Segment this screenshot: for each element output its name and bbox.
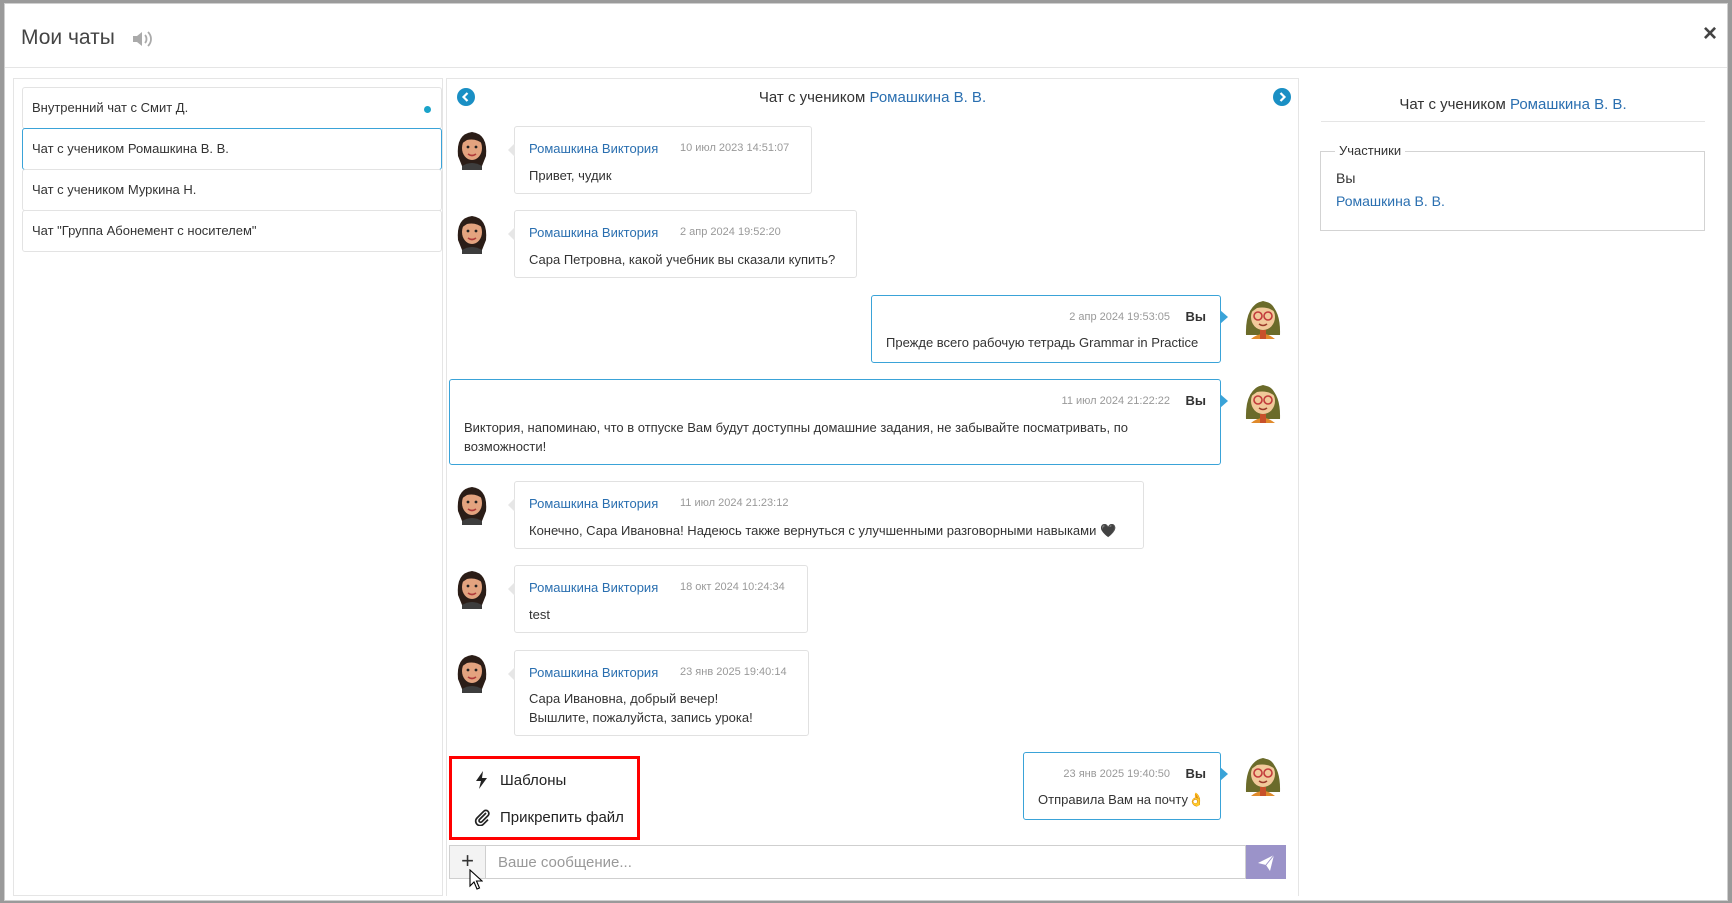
message-time: 2 апр 2024 19:52:20 [680, 226, 781, 238]
message-input[interactable] [486, 845, 1246, 879]
chat-item-label: Внутренний чат с Смит Д. [32, 100, 189, 115]
message-author[interactable]: Ромашкина Виктория [529, 496, 658, 511]
chat-item-internal[interactable]: Внутренний чат с Смит Д. [22, 87, 442, 129]
close-button[interactable]: × [1703, 22, 1717, 46]
message-author[interactable]: Ромашкина Виктория [529, 665, 658, 680]
my-message-bubble: 2 апр 2024 19:53:05 Вы Прежде всего рабо… [871, 295, 1228, 363]
message-author[interactable]: Ромашкина Виктория [529, 225, 658, 240]
participants-legend: Участники [1335, 143, 1406, 158]
message-time: 18 окт 2024 10:24:34 [680, 581, 785, 593]
student-avatar [451, 127, 493, 170]
paper-plane-icon [1258, 854, 1275, 871]
message-author[interactable]: Ромашкина Виктория [529, 141, 658, 156]
message-bubble: Ромашкина Виктория 23 янв 2025 19:40:14 … [508, 650, 809, 736]
templates-label: Шаблоны [500, 772, 567, 789]
chat-item-group[interactable]: Чат "Группа Абонемент с носителем" [22, 210, 442, 252]
lightning-icon [476, 771, 487, 789]
student-avatar [451, 566, 493, 609]
message-text: Отправила Вам на почту👌 [1038, 792, 1205, 807]
message-text: Прежде всего рабочую тетрадь Grammar in … [886, 335, 1199, 350]
message-author: Вы [1185, 766, 1207, 781]
participant-me: Вы [1336, 170, 1356, 186]
chat-item-romashkina[interactable]: Чат с учеником Ромашкина В. В. [22, 128, 442, 170]
my-message-bubble: 23 янв 2025 19:40:50 Вы Отправила Вам на… [1023, 752, 1228, 820]
message-bubble: Ромашкина Виктория 2 апр 2024 19:52:20 С… [508, 210, 857, 278]
participants-box: Участники Вы Ромашкина В. В. [1320, 143, 1705, 231]
chat-item-label: Чат "Группа Абонемент с носителем" [32, 223, 257, 238]
teacher-avatar [1245, 301, 1281, 339]
message-text-line: возможности! [464, 439, 547, 454]
attach-file-label: Прикрепить файл [500, 809, 624, 826]
chat-list: Внутренний чат с Смит Д. Чат с учеником … [13, 78, 443, 896]
mouse-cursor-icon [469, 869, 483, 890]
message-time: 10 июл 2023 14:51:07 [680, 142, 790, 154]
student-link[interactable]: Ромашкина В. В. [1510, 96, 1627, 113]
teacher-avatar [1245, 758, 1281, 796]
message-author[interactable]: Ромашкина Виктория [529, 580, 658, 595]
student-avatar [451, 211, 493, 254]
message-composer: + [449, 845, 1286, 879]
paperclip-icon [474, 809, 490, 826]
participant-student[interactable]: Ромашкина В. В. [1336, 193, 1445, 209]
message-time: 2 апр 2024 19:53:05 [1069, 311, 1170, 323]
message-text: Привет, чудик [529, 168, 612, 183]
chevron-right-icon[interactable] [1273, 88, 1291, 106]
message-author: Вы [1185, 309, 1207, 324]
message-author: Вы [1185, 393, 1207, 408]
send-button[interactable] [1246, 845, 1286, 879]
chat-item-label: Чат с учеником Ромашкина В. В. [32, 141, 229, 156]
message-time: 11 июл 2024 21:22:22 [1061, 395, 1170, 407]
message-time: 11 июл 2024 21:23:12 [680, 497, 789, 509]
message-bubble: Ромашкина Виктория 11 июл 2024 21:23:12 … [508, 481, 1144, 549]
message-bubble: Ромашкина Виктория 18 окт 2024 10:24:34 … [508, 565, 808, 633]
attach-menu: Шаблоны Прикрепить файл [449, 756, 640, 840]
student-avatar [451, 650, 493, 693]
message-time: 23 янв 2025 19:40:14 [680, 666, 787, 678]
message-text: Сара Петровна, какой учебник вы сказали … [529, 252, 836, 267]
chat-item-label: Чат с учеником Муркина Н. [32, 182, 197, 197]
message-text-line: Сара Ивановна, добрый вечер! [529, 691, 719, 706]
chat-item-murkina[interactable]: Чат с учеником Муркина Н. [22, 169, 442, 211]
student-avatar [451, 482, 493, 525]
message-text: Конечно, Сара Ивановна! Надеюсь также ве… [529, 523, 1117, 538]
conversation-title: Чат с учеником Ромашкина В. В. [758, 89, 987, 106]
volume-icon[interactable] [131, 29, 153, 49]
modal-header: Мои чаты × [5, 4, 1727, 68]
message-text: test [529, 607, 550, 622]
student-link[interactable]: Ромашкина В. В. [869, 89, 986, 106]
chat-info-panel: Чат с учеником Ромашкина В. В. Участники… [1301, 78, 1725, 378]
message-time: 23 янв 2025 19:40:50 [1063, 768, 1170, 780]
my-message-bubble: 11 июл 2024 21:22:22 Вы Виктория, напоми… [449, 379, 1228, 465]
message-bubble: Ромашкина Виктория 10 июл 2023 14:51:07 … [508, 126, 812, 194]
modal-title: Мои чаты [21, 26, 115, 49]
unread-indicator [424, 106, 431, 113]
message-text-line: Виктория, напоминаю, что в отпуске Вам б… [464, 420, 1128, 435]
message-text-line: Вышлите, пожалуйста, запись урока! [529, 710, 753, 725]
teacher-avatar [1245, 385, 1281, 423]
chat-info-title: Чат с учеником Ромашкина В. В. [1321, 96, 1705, 122]
